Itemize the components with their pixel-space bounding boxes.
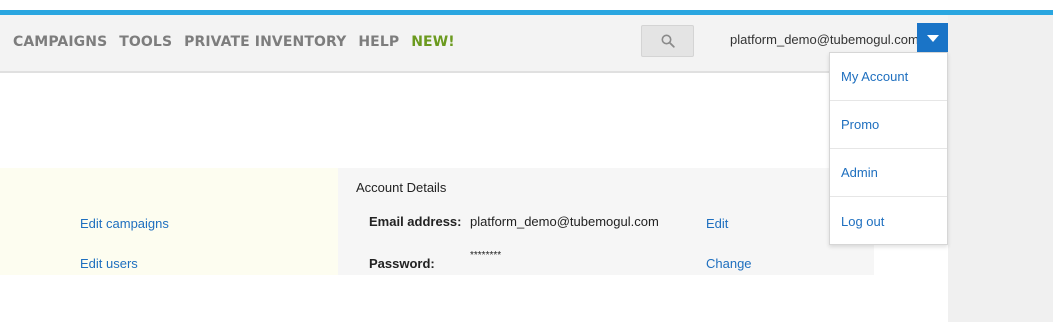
user-email[interactable]: platform_demo@tubemogul.com xyxy=(730,32,919,47)
nav-new[interactable]: NEW! xyxy=(411,34,455,50)
nav-tools[interactable]: TOOLS xyxy=(119,34,172,50)
menu-item-admin[interactable]: Admin xyxy=(830,149,947,197)
account-details-title: Account Details xyxy=(356,180,447,195)
menu-item-log-out[interactable]: Log out xyxy=(830,197,947,245)
menu-item-promo[interactable]: Promo xyxy=(830,101,947,149)
edit-users-link[interactable]: Edit users xyxy=(80,256,138,271)
menu-item-my-account[interactable]: My Account xyxy=(830,53,947,101)
right-gutter xyxy=(948,15,1053,322)
account-dropdown-button[interactable] xyxy=(917,23,948,53)
nav-help[interactable]: HELP xyxy=(358,34,399,50)
account-menu: My Account Promo Admin Log out xyxy=(829,52,948,245)
top-navbar: CAMPAIGNS TOOLS PRIVATE INVENTORY HELP N… xyxy=(0,15,972,73)
change-password-link[interactable]: Change xyxy=(706,256,752,271)
account-sidebar xyxy=(0,168,338,275)
caret-down-icon xyxy=(926,34,939,42)
email-value: platform_demo@tubemogul.com xyxy=(470,214,659,229)
nav-private-inventory[interactable]: PRIVATE INVENTORY xyxy=(184,34,346,50)
search-icon xyxy=(661,34,675,48)
main-nav: CAMPAIGNS TOOLS PRIVATE INVENTORY HELP N… xyxy=(13,34,467,50)
password-value: ******** xyxy=(470,250,502,261)
search-button[interactable] xyxy=(641,25,694,57)
edit-campaigns-link[interactable]: Edit campaigns xyxy=(80,216,169,231)
password-label: Password: xyxy=(369,256,435,271)
nav-campaigns[interactable]: CAMPAIGNS xyxy=(13,34,107,50)
email-label: Email address: xyxy=(369,214,462,229)
edit-email-link[interactable]: Edit xyxy=(706,216,728,231)
top-strip xyxy=(0,0,1053,10)
